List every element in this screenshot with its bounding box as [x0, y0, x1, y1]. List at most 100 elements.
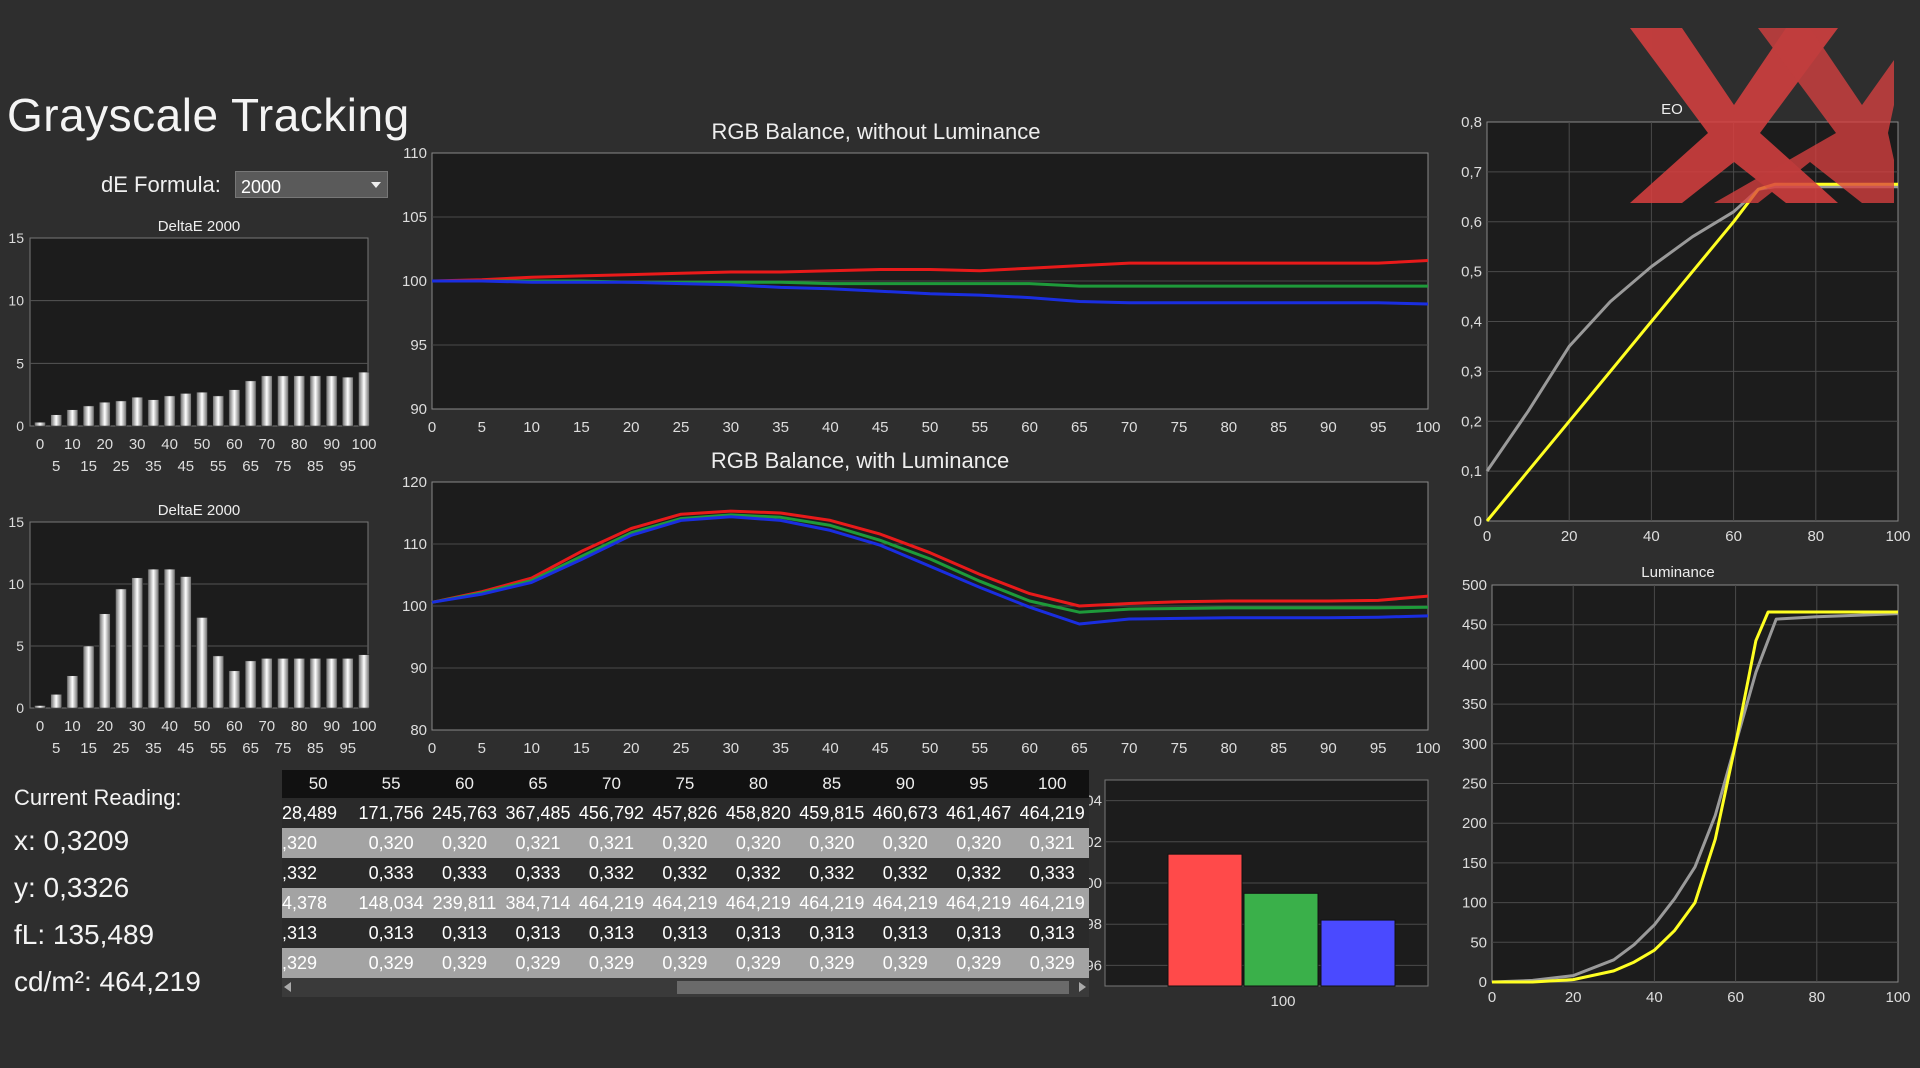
table-cell[interactable]: 456,792	[574, 798, 649, 828]
x-tick-label: 90	[323, 436, 340, 453]
table-cell[interactable]: 0,321	[574, 828, 649, 858]
table-cell[interactable]: 464,219	[1015, 888, 1089, 918]
table-cell[interactable]: ,320	[282, 828, 355, 858]
table-cell[interactable]: ,332	[282, 858, 355, 888]
table-header-cell[interactable]: 100	[1015, 770, 1089, 798]
table-cell[interactable]: 464,219	[1015, 798, 1089, 828]
table-cell[interactable]: 28,489	[282, 798, 355, 828]
table-header-cell[interactable]: 60	[427, 770, 502, 798]
table-cell[interactable]: 0,313	[574, 918, 649, 948]
readings-table[interactable]: 50 55 60 65 70 75 80 85 90 95 100 28,489 171,756 245,…	[282, 770, 1089, 997]
table-cell[interactable]: 0,333	[1015, 858, 1089, 888]
table-cell[interactable]: 0,332	[941, 858, 1016, 888]
table-cell[interactable]: 0,329	[427, 948, 502, 978]
table-cell[interactable]: 464,219	[941, 888, 1016, 918]
table-cell[interactable]: 0,329	[941, 948, 1016, 978]
table-cell[interactable]: 171,756	[354, 798, 428, 828]
table-cell[interactable]: ,313	[282, 918, 355, 948]
table-cell[interactable]: 0,320	[868, 828, 942, 858]
table-cell[interactable]: 0,320	[354, 828, 428, 858]
y-tick-label: 5	[16, 355, 24, 371]
table-cell[interactable]: 0,313	[427, 918, 502, 948]
table-cell[interactable]: 464,219	[574, 888, 649, 918]
scrollbar-thumb[interactable]	[677, 981, 1069, 994]
table-cell[interactable]: 460,673	[868, 798, 942, 828]
x-tick-label: 5	[52, 740, 60, 757]
table-cell[interactable]: 367,485	[501, 798, 575, 828]
y-tick-label: 5	[16, 638, 24, 654]
x-tick-label: 0	[1488, 989, 1496, 1006]
y-tick-label: 80	[410, 722, 427, 739]
table-cell[interactable]: 0,313	[354, 918, 428, 948]
table-cell[interactable]: 0,329	[795, 948, 869, 978]
table-cell[interactable]: 0,320	[721, 828, 796, 858]
table-cell[interactable]: 464,219	[648, 888, 722, 918]
table-cell[interactable]: 464,219	[721, 888, 796, 918]
x-tick-label: 100	[1415, 419, 1440, 436]
table-cell[interactable]: 0,329	[574, 948, 649, 978]
deltae-bar	[50, 414, 62, 427]
table-cell[interactable]: 0,313	[1015, 918, 1089, 948]
x-tick-label: 35	[772, 740, 789, 757]
x-tick-label: 100	[351, 436, 376, 453]
table-cell[interactable]: 0,320	[648, 828, 722, 858]
table-header-cell[interactable]: 55	[354, 770, 428, 798]
table-cell[interactable]: 148,034	[354, 888, 428, 918]
table-header-cell[interactable]: 70	[574, 770, 649, 798]
table-cell[interactable]: 0,329	[648, 948, 722, 978]
table-cell[interactable]: 0,313	[868, 918, 942, 948]
table-cell[interactable]: 384,714	[501, 888, 575, 918]
table-cell[interactable]: 0,329	[721, 948, 796, 978]
table-cell[interactable]: 0,333	[501, 858, 575, 888]
table-cell[interactable]: 4,378	[282, 888, 355, 918]
reading-x: x: 0,3209	[14, 825, 130, 856]
table-cell[interactable]: 464,219	[795, 888, 869, 918]
table-cell[interactable]: 459,815	[795, 798, 869, 828]
table-cell[interactable]: 0,320	[795, 828, 869, 858]
deltae-bar	[163, 568, 176, 709]
table-header-cell[interactable]: 75	[648, 770, 722, 798]
table-scrollbar[interactable]	[282, 978, 1089, 997]
table-cell[interactable]: 0,313	[941, 918, 1016, 948]
table-cell[interactable]: ,329	[282, 948, 355, 978]
scroll-left-icon[interactable]	[284, 982, 291, 992]
table-cell[interactable]: 0,329	[1015, 948, 1089, 978]
table-cell[interactable]: 464,219	[868, 888, 942, 918]
x-tick-label: 85	[307, 458, 324, 475]
table-cell[interactable]: 0,321	[501, 828, 575, 858]
deltae-bar	[180, 393, 192, 427]
table-cell[interactable]: 0,313	[648, 918, 722, 948]
y-tick-label: 0	[16, 700, 24, 716]
table-cell[interactable]: 0,313	[501, 918, 575, 948]
rgb-bar-blue	[1320, 919, 1396, 987]
x-tick-label: 95	[1370, 419, 1387, 436]
table-cell[interactable]: 0,332	[721, 858, 796, 888]
table-cell[interactable]: 0,313	[795, 918, 869, 948]
table-cell[interactable]: 0,320	[941, 828, 1016, 858]
table-cell[interactable]: 0,333	[427, 858, 502, 888]
table-cell[interactable]: 0,332	[795, 858, 869, 888]
table-header-cell[interactable]: 65	[501, 770, 575, 798]
table-cell[interactable]: 0,321	[1015, 828, 1089, 858]
table-cell[interactable]: 0,329	[354, 948, 428, 978]
table-cell[interactable]: 0,329	[868, 948, 942, 978]
table-cell[interactable]: 457,826	[648, 798, 722, 828]
table-cell[interactable]: 239,811	[427, 888, 502, 918]
table-cell[interactable]: 245,763	[427, 798, 502, 828]
table-cell[interactable]: 0,332	[868, 858, 942, 888]
table-cell[interactable]: 0,329	[501, 948, 575, 978]
table-cell[interactable]: 0,332	[648, 858, 722, 888]
table-cell[interactable]: 0,313	[721, 918, 796, 948]
table-header-cell[interactable]: 90	[868, 770, 942, 798]
table-header-cell[interactable]: 85	[795, 770, 869, 798]
scroll-right-icon[interactable]	[1079, 982, 1086, 992]
table-header-cell[interactable]: 95	[941, 770, 1016, 798]
deltae-bar	[131, 396, 143, 427]
table-header-cell[interactable]: 50	[282, 770, 355, 798]
table-cell[interactable]: 461,467	[941, 798, 1016, 828]
table-cell[interactable]: 0,333	[354, 858, 428, 888]
table-header-cell[interactable]: 80	[721, 770, 796, 798]
table-cell[interactable]: 458,820	[721, 798, 796, 828]
table-cell[interactable]: 0,320	[427, 828, 502, 858]
table-cell[interactable]: 0,332	[574, 858, 649, 888]
